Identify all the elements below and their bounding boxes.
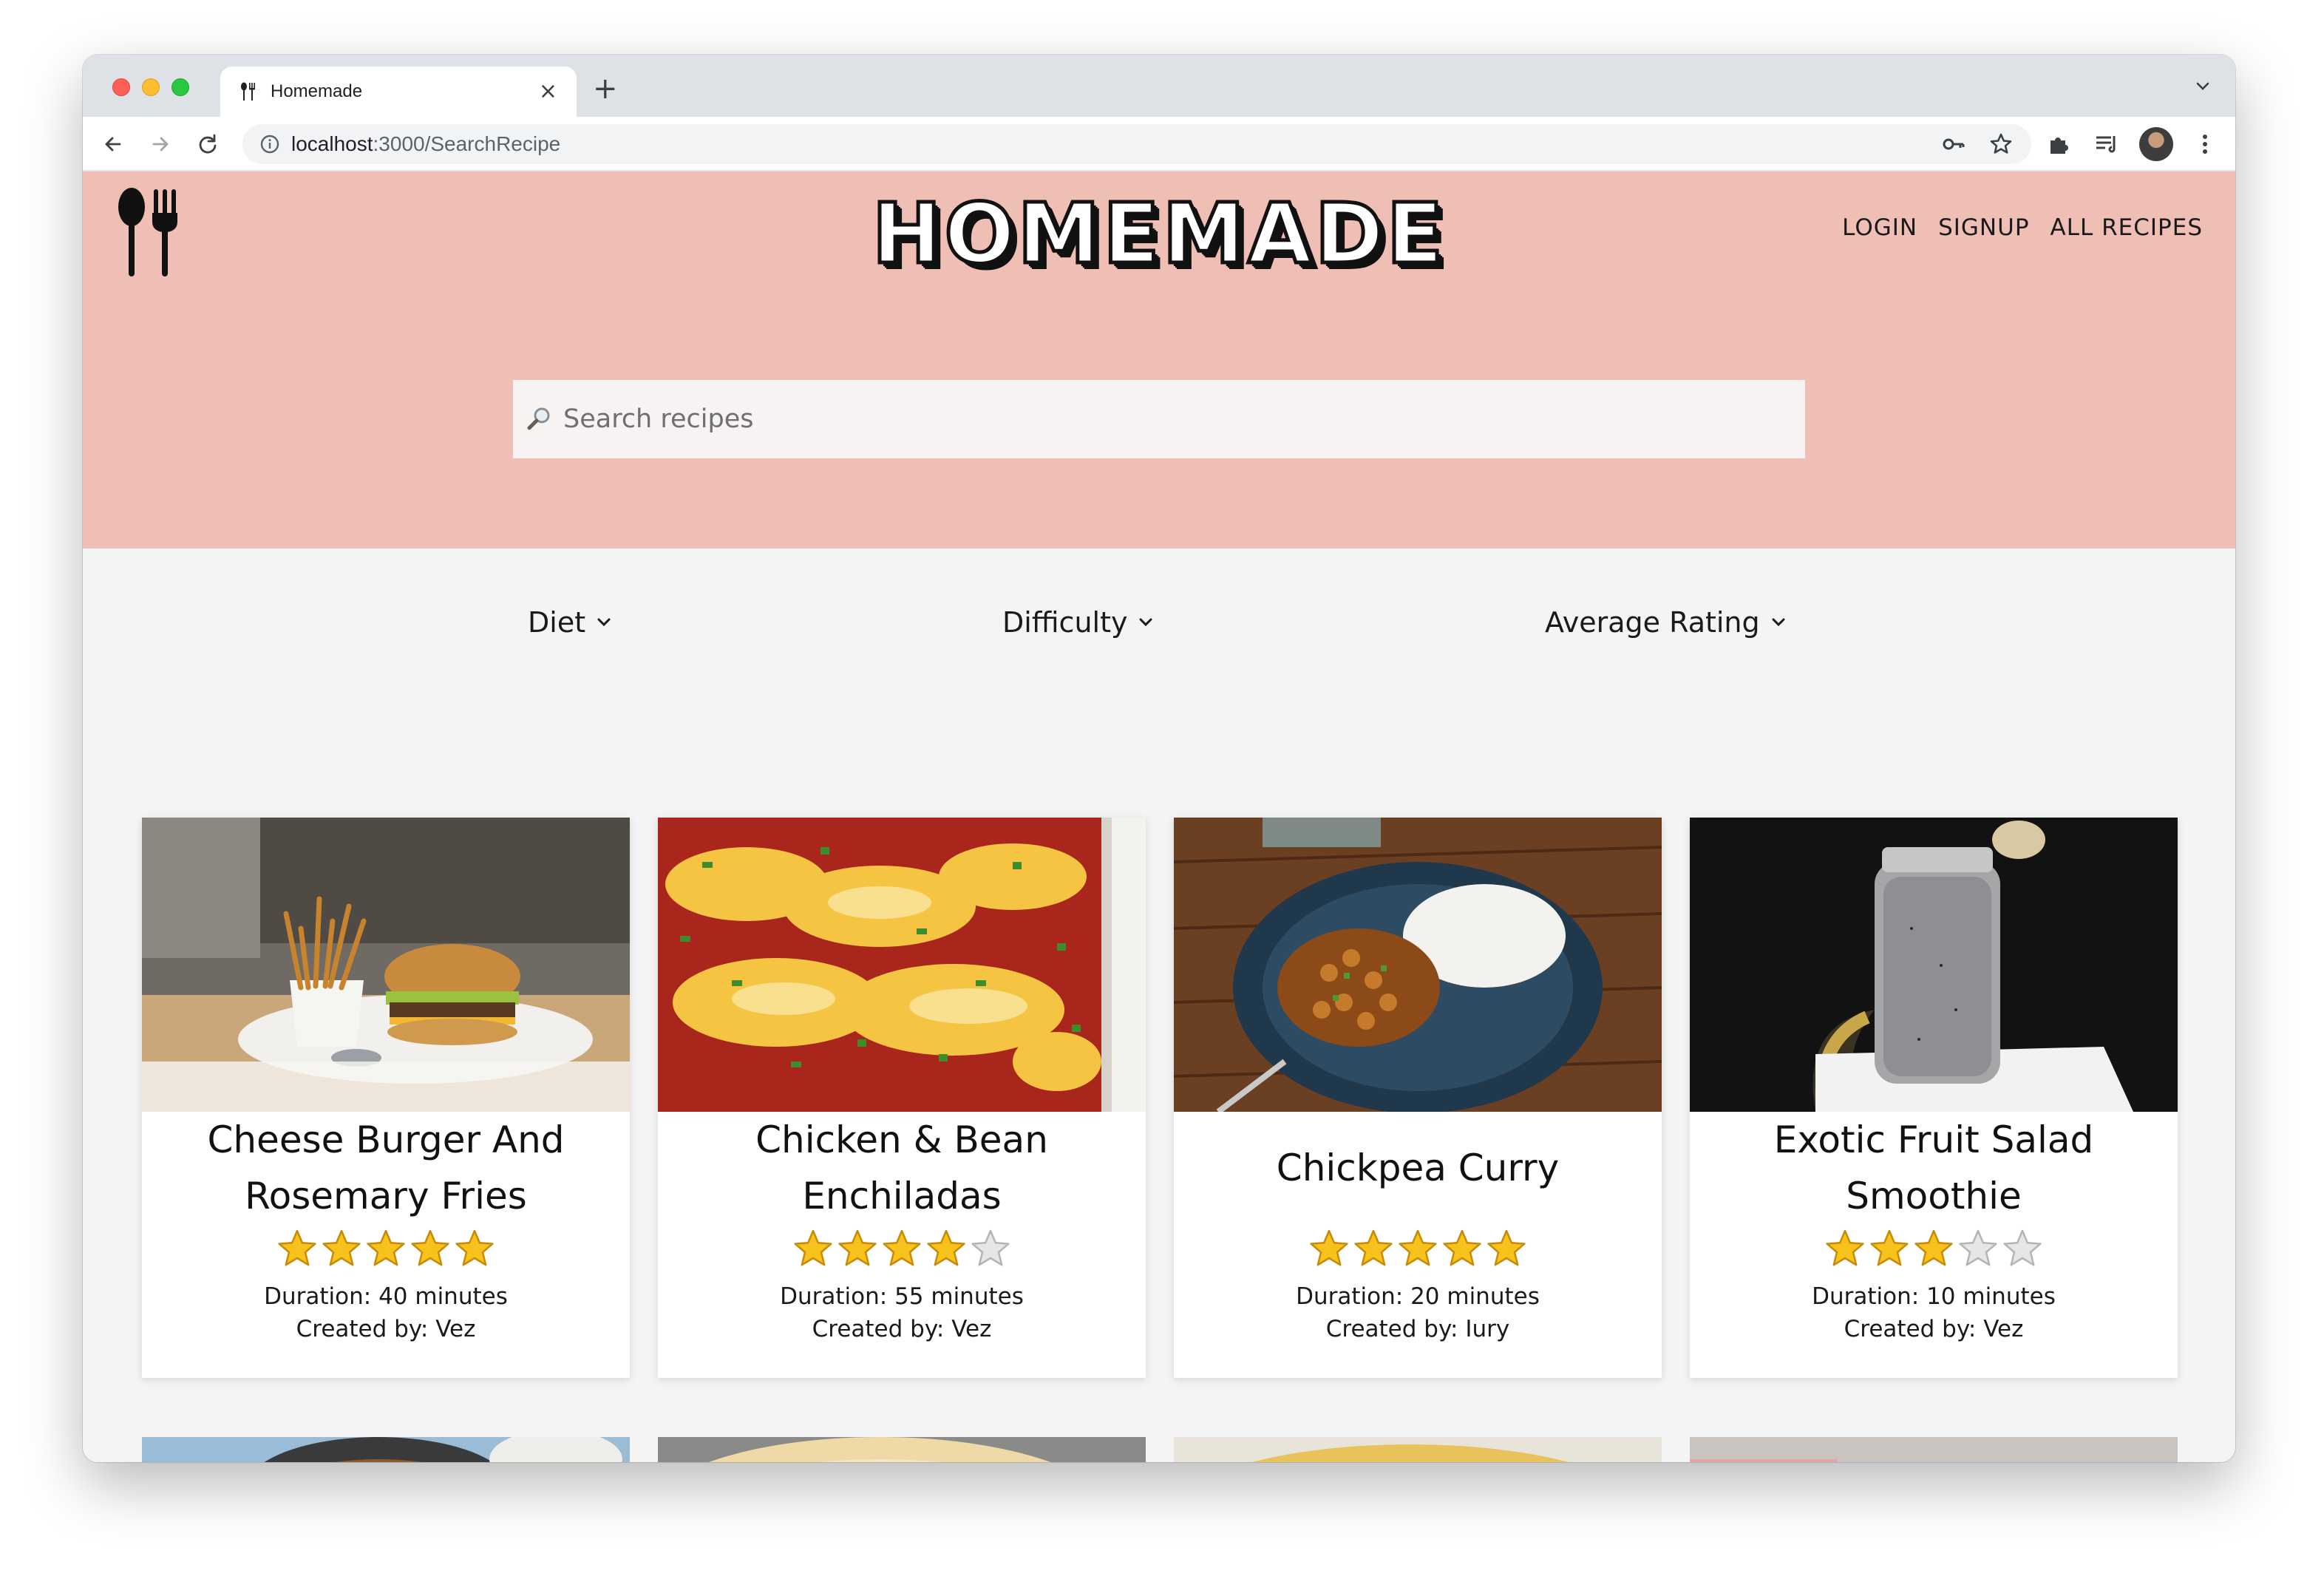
browser-window: Homemade × + localhost:3000/SearchRecipe — [83, 55, 2235, 1462]
page-content: HOMEMADE LOGIN SIGNUP ALL RECIPES Diet D… — [83, 171, 2235, 1462]
filter-difficulty-label: Difficulty — [1002, 606, 1128, 639]
star-filled-icon — [322, 1229, 361, 1266]
forward-arrow-icon[interactable] — [148, 132, 173, 157]
magnifier-icon — [527, 407, 550, 430]
star-filled-icon — [927, 1229, 965, 1266]
reading-list-icon[interactable] — [2092, 130, 2120, 158]
star-filled-icon — [1310, 1229, 1348, 1266]
browser-toolbar: localhost:3000/SearchRecipe — [83, 117, 2235, 171]
recipe-title-line1: Chickpea Curry — [1276, 1147, 1560, 1189]
address-bar[interactable]: localhost:3000/SearchRecipe — [242, 124, 2031, 164]
recipe-image — [658, 1437, 1146, 1462]
star-filled-icon — [278, 1229, 316, 1266]
rating-stars — [1690, 1229, 2178, 1270]
recipe-card[interactable]: Chicken & Bean Enchiladas Duration: 55 m… — [658, 818, 1146, 1378]
reload-icon[interactable] — [195, 132, 220, 157]
chevron-down-icon — [1139, 618, 1152, 627]
star-filled-icon — [838, 1229, 877, 1266]
tab-homemade[interactable]: Homemade × — [220, 67, 577, 117]
key-icon[interactable] — [1940, 130, 1968, 158]
recipe-card[interactable]: Chickpea Curry Duration: 20 minutes Crea… — [1174, 818, 1662, 1378]
tab-title: Homemade — [271, 81, 363, 101]
star-filled-icon — [1870, 1229, 1909, 1266]
rating-stars — [658, 1229, 1146, 1270]
star-filled-icon — [1914, 1229, 1953, 1266]
recipe-image-chickpea-curry — [1174, 818, 1662, 1112]
filter-average-rating-label: Average Rating — [1545, 606, 1760, 639]
close-window-button[interactable] — [112, 78, 130, 96]
recipe-image-burger — [142, 818, 630, 1112]
profile-avatar[interactable] — [2139, 127, 2173, 161]
chevron-down-icon[interactable] — [2192, 75, 2213, 96]
recipe-image-enchiladas — [658, 818, 1146, 1112]
recipe-image-smoothie — [1690, 818, 2178, 1112]
star-filled-icon — [1487, 1229, 1526, 1266]
spoon-fork-icon — [241, 82, 255, 101]
recipe-card[interactable] — [658, 1437, 1146, 1462]
bookmark-star-icon[interactable] — [1987, 130, 2015, 158]
star-filled-icon — [367, 1229, 405, 1266]
recipe-duration: Duration: 20 minutes — [1296, 1283, 1540, 1310]
recipe-duration: Duration: 55 minutes — [780, 1283, 1024, 1310]
star-empty-icon — [2003, 1229, 2042, 1266]
recipe-image — [1690, 1437, 2178, 1462]
top-nav: LOGIN SIGNUP ALL RECIPES — [1842, 214, 2203, 241]
back-arrow-icon[interactable] — [101, 132, 126, 157]
filter-difficulty-dropdown[interactable]: Difficulty — [1002, 606, 1154, 639]
star-filled-icon — [1826, 1229, 1864, 1266]
recipe-card[interactable]: Exotic Fruit Salad Smoothie Duration: 10… — [1690, 818, 2178, 1378]
recipe-title-line2: Enchiladas — [802, 1175, 1002, 1217]
recipe-card[interactable] — [142, 1437, 630, 1462]
recipe-title-line2: Smoothie — [1846, 1175, 2022, 1217]
star-filled-icon — [411, 1229, 449, 1266]
star-filled-icon — [1399, 1229, 1437, 1266]
star-empty-icon — [1959, 1229, 1997, 1266]
search-bar — [513, 380, 1805, 458]
tab-strip: Homemade × + — [83, 55, 2235, 117]
star-filled-icon — [1443, 1229, 1481, 1266]
url-path: :3000/SearchRecipe — [373, 132, 561, 155]
url-host: localhost — [291, 132, 373, 155]
chevron-down-icon — [597, 618, 611, 627]
more-menu-icon[interactable] — [2191, 130, 2219, 158]
hero-header: HOMEMADE LOGIN SIGNUP ALL RECIPES — [83, 171, 2235, 548]
recipe-creator: Created by: Vez — [296, 1316, 476, 1342]
extensions-puzzle-icon[interactable] — [2045, 130, 2073, 158]
star-filled-icon — [1354, 1229, 1393, 1266]
filter-diet-dropdown[interactable]: Diet — [528, 606, 612, 639]
recipe-duration: Duration: 10 minutes — [1812, 1283, 2056, 1310]
star-filled-icon — [883, 1229, 921, 1266]
info-icon[interactable] — [259, 133, 281, 155]
new-tab-button[interactable]: + — [593, 74, 618, 103]
recipe-duration: Duration: 40 minutes — [264, 1283, 508, 1310]
rating-stars — [1174, 1229, 1662, 1270]
star-filled-icon — [455, 1229, 494, 1266]
star-filled-icon — [794, 1229, 832, 1266]
recipe-creator: Created by: Iury — [1325, 1316, 1510, 1342]
filter-bar: Diet Difficulty Average Rating — [83, 548, 2235, 667]
filter-diet-label: Diet — [528, 606, 586, 639]
recipe-title-line2: Rosemary Fries — [245, 1175, 527, 1217]
tab-close-icon[interactable]: × — [539, 81, 557, 103]
recipe-image — [1174, 1437, 1662, 1462]
minimize-window-button[interactable] — [142, 78, 160, 96]
recipe-card[interactable] — [1174, 1437, 1662, 1462]
nav-all-recipes-link[interactable]: ALL RECIPES — [2051, 214, 2203, 241]
filter-average-rating-dropdown[interactable]: Average Rating — [1545, 606, 1787, 639]
recipe-title-line1: Exotic Fruit Salad — [1773, 1118, 2094, 1161]
nav-login-link[interactable]: LOGIN — [1842, 214, 1917, 241]
recipe-image — [142, 1437, 630, 1462]
chevron-down-icon — [1772, 618, 1785, 627]
search-input[interactable] — [563, 380, 1805, 458]
recipe-creator: Created by: Vez — [1844, 1316, 2024, 1342]
nav-signup-link[interactable]: SIGNUP — [1938, 214, 2029, 241]
rating-stars — [142, 1229, 630, 1270]
recipe-title-line1: Cheese Burger And — [207, 1118, 565, 1161]
star-empty-icon — [971, 1229, 1010, 1266]
maximize-window-button[interactable] — [171, 78, 189, 96]
recipe-title-line1: Chicken & Bean — [755, 1118, 1048, 1161]
recipe-card[interactable]: Cheese Burger And Rosemary Fries Duratio… — [142, 818, 630, 1378]
recipe-card[interactable] — [1690, 1437, 2178, 1462]
recipe-creator: Created by: Vez — [812, 1316, 992, 1342]
